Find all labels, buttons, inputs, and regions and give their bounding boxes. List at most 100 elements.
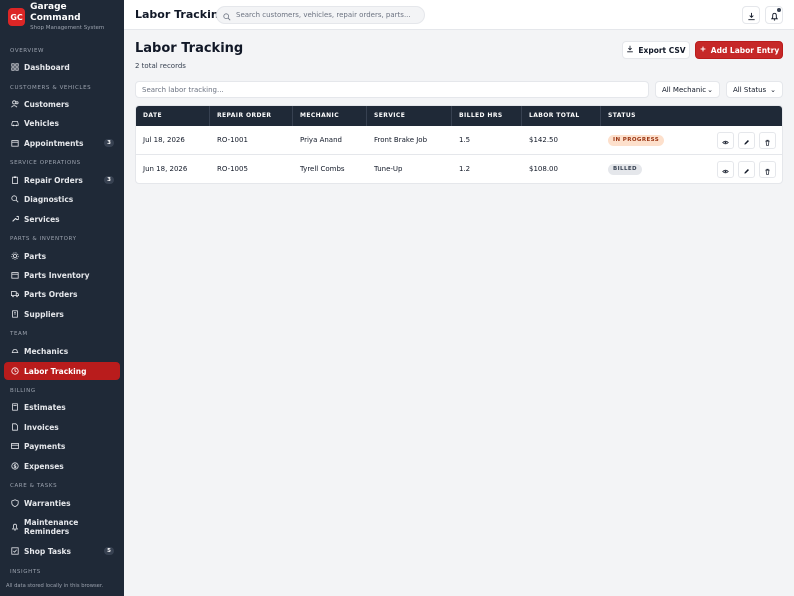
sidebar-item-mechanics[interactable]: Mechanics — [4, 342, 120, 360]
section-label-customers-vehicles: Customers & Vehicles — [10, 85, 92, 91]
add-labor-entry-label: Add Labor Entry — [710, 45, 780, 55]
credit-card-icon — [10, 442, 19, 451]
checkbox-icon — [10, 547, 19, 556]
delete-button[interactable] — [759, 132, 776, 149]
sidebar-item-label: Parts — [24, 251, 47, 261]
add-labor-entry-button[interactable]: Add Labor Entry — [695, 41, 783, 59]
sidebar-item-label: Suppliers — [24, 309, 64, 319]
hard-hat-icon — [10, 347, 19, 356]
edit-button[interactable] — [738, 132, 755, 149]
sidebar-item-label: Warranties — [24, 498, 71, 508]
sidebar-item-label: Labor Tracking — [24, 366, 87, 376]
sidebar-item-services[interactable]: Services — [4, 210, 120, 228]
status-badge: BILLED — [608, 163, 642, 175]
sidebar-item-expenses[interactable]: $ Expenses — [4, 457, 120, 475]
global-search[interactable] — [216, 6, 425, 24]
cell-repair-order: RO-1001 — [217, 136, 248, 144]
cell-labor-total: $142.50 — [529, 136, 558, 144]
delete-button[interactable] — [759, 161, 776, 178]
sidebar-item-label: Payments — [24, 441, 66, 451]
view-button[interactable] — [717, 161, 734, 178]
cell-date: Jul 18, 2026 — [143, 136, 185, 144]
sidebar-item-label: Vehicles — [24, 118, 59, 128]
bell-icon — [10, 523, 19, 532]
sidebar-item-diagnostics[interactable]: Diagnostics — [4, 190, 120, 208]
section-label-parts-inventory: Parts & Inventory — [10, 236, 77, 242]
trash-icon — [764, 131, 771, 150]
page-title: Labor Tracking — [135, 41, 244, 56]
sidebar-item-label: Mechanics — [24, 346, 69, 356]
cell-service: Front Brake Job — [374, 136, 428, 144]
storage-note: All data stored locally in this browser. — [6, 583, 104, 589]
sidebar-item-parts-orders[interactable]: Parts Orders — [4, 285, 120, 303]
sidebar-item-label: Maintenance Reminders — [24, 518, 79, 536]
section-label-overview: Overview — [10, 48, 45, 54]
column-header-mechanic[interactable]: MECHANIC — [293, 106, 367, 126]
sidebar-item-label: Dashboard — [24, 62, 70, 72]
status-filter-select[interactable]: All Status ⌄ — [726, 81, 783, 98]
sidebar-item-customers[interactable]: Customers — [4, 95, 120, 113]
global-search-input[interactable] — [236, 11, 416, 19]
sidebar-item-estimates[interactable]: Estimates — [4, 398, 120, 416]
column-header-status[interactable]: STATUS — [601, 106, 782, 126]
search-icon — [223, 6, 231, 25]
download-icon — [626, 45, 638, 55]
sidebar-item-label: Parts Orders — [24, 289, 78, 299]
view-button[interactable] — [717, 132, 734, 149]
table-header: DATE REPAIR ORDER MECHANIC SERVICE BILLE… — [136, 106, 782, 126]
section-label-service-operations: Service Operations — [10, 160, 81, 166]
section-label-care-tasks: Care & Tasks — [10, 483, 58, 489]
mechanic-filter-select[interactable]: All Mechanic ⌄ — [655, 81, 720, 98]
record-count: 2 total records — [135, 62, 186, 70]
column-header-date[interactable]: DATE — [136, 106, 210, 126]
sidebar-item-label: Parts Inventory — [24, 270, 90, 280]
sidebar-item-label: Estimates — [24, 402, 66, 412]
column-header-labor-total[interactable]: LABOR TOTAL — [522, 106, 601, 126]
sidebar: GC Garage Command Shop Management System… — [0, 0, 124, 596]
sidebar-item-suppliers[interactable]: Suppliers — [4, 305, 120, 323]
sidebar-item-warranties[interactable]: Warranties — [4, 494, 120, 512]
cell-mechanic: Priya Anand — [300, 136, 342, 144]
column-header-repair-order[interactable]: REPAIR ORDER — [210, 106, 293, 126]
brand[interactable]: GC Garage Command Shop Management System — [0, 0, 124, 34]
calculator-icon — [10, 403, 19, 412]
column-header-billed-hrs[interactable]: BILLED HRS — [452, 106, 522, 126]
grid-icon — [10, 63, 19, 72]
sidebar-item-vehicles[interactable]: Vehicles — [4, 114, 120, 132]
cell-service: Tune-Up — [374, 165, 403, 173]
column-header-service[interactable]: SERVICE — [367, 106, 452, 126]
clock-icon — [10, 367, 19, 376]
table-row[interactable]: Jun 18, 2026 RO-1005 Tyrell Combs Tune-U… — [136, 155, 782, 183]
sidebar-item-parts[interactable]: Parts — [4, 247, 120, 265]
sidebar-item-shop-tasks[interactable]: Shop Tasks 5 — [4, 542, 120, 560]
sidebar-item-payments[interactable]: Payments — [4, 437, 120, 455]
clipboard-icon — [10, 176, 19, 185]
calendar-icon — [10, 139, 19, 148]
status-badge: IN PROGRESS — [608, 134, 665, 146]
count-badge: 3 — [104, 176, 114, 184]
export-csv-button[interactable]: Export CSV — [622, 41, 690, 59]
sidebar-item-repair-orders[interactable]: Repair Orders 3 — [4, 171, 120, 189]
sidebar-item-invoices[interactable]: Invoices — [4, 418, 120, 436]
cell-repair-order: RO-1005 — [217, 165, 248, 173]
brand-name: Garage Command — [30, 2, 81, 23]
table-row[interactable]: Jul 18, 2026 RO-1001 Priya Anand Front B… — [136, 126, 782, 155]
sidebar-item-maintenance-reminders[interactable]: Maintenance Reminders — [4, 515, 120, 539]
pencil-icon — [743, 131, 750, 150]
plus-icon — [699, 45, 711, 55]
cell-date: Jun 18, 2026 — [143, 165, 188, 173]
edit-button[interactable] — [738, 161, 755, 178]
sidebar-item-parts-inventory[interactable]: Parts Inventory — [4, 266, 120, 284]
sidebar-item-dashboard[interactable]: Dashboard — [4, 58, 120, 76]
box-icon — [10, 271, 19, 280]
labor-search-input[interactable] — [135, 81, 649, 98]
sidebar-item-labor-tracking[interactable]: Labor Tracking — [4, 362, 120, 380]
sidebar-item-label: Expenses — [24, 461, 64, 471]
labor-table: DATE REPAIR ORDER MECHANIC SERVICE BILLE… — [135, 105, 783, 184]
eye-icon — [722, 160, 729, 179]
notifications-button[interactable] — [765, 6, 783, 24]
sidebar-item-label: Diagnostics — [24, 194, 74, 204]
eye-icon — [722, 131, 729, 150]
sidebar-item-appointments[interactable]: Appointments 3 — [4, 134, 120, 152]
download-button[interactable] — [742, 6, 760, 24]
